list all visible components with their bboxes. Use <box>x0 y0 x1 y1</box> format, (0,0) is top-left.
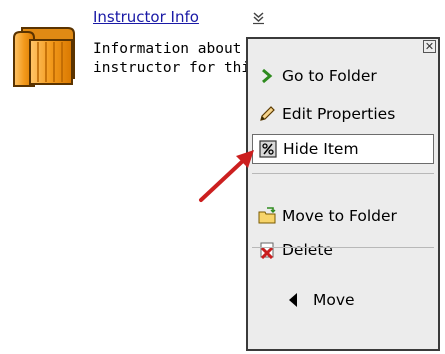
folder-icon <box>8 22 80 90</box>
menu-item-label: Hide Item <box>283 140 359 158</box>
red-arrow-annotation <box>196 140 266 208</box>
chevron-down-icon[interactable] <box>252 10 265 25</box>
green-chevron-right-icon <box>258 67 276 85</box>
menu-item-label: Go to Folder <box>282 67 377 85</box>
menu-item-delete[interactable]: Delete <box>252 235 434 265</box>
pencil-icon <box>258 105 276 123</box>
triangle-left-icon <box>289 293 297 307</box>
menu-item-label: Edit Properties <box>282 105 396 123</box>
menu-item-go-to-folder[interactable]: Go to Folder <box>252 61 434 91</box>
screenshot-stage: Instructor Info Information about the in… <box>0 0 445 354</box>
menu-item-hide-item[interactable]: Hide Item <box>252 134 434 164</box>
close-icon[interactable]: ✕ <box>423 40 436 53</box>
context-menu: ✕ Go to Folder Edit Properties Hide Item… <box>246 37 440 351</box>
delete-x-icon <box>258 241 276 260</box>
menu-divider <box>252 247 434 248</box>
menu-item-edit-properties[interactable]: Edit Properties <box>252 99 434 129</box>
menu-item-label: Move <box>313 291 355 309</box>
menu-item-move[interactable]: Move <box>252 285 434 315</box>
menu-divider <box>252 173 434 174</box>
menu-item-label: Move to Folder <box>282 207 397 225</box>
description-line-1: Information about the <box>93 41 253 57</box>
menu-item-label: Delete <box>282 241 333 259</box>
item-title-link[interactable]: Instructor Info <box>93 8 199 26</box>
folder-move-icon <box>258 207 276 225</box>
description-line-2: instructor for this course <box>93 60 253 76</box>
menu-item-move-to-folder[interactable]: Move to Folder <box>252 201 434 231</box>
item-description: Information about the instructor for thi… <box>93 40 253 78</box>
